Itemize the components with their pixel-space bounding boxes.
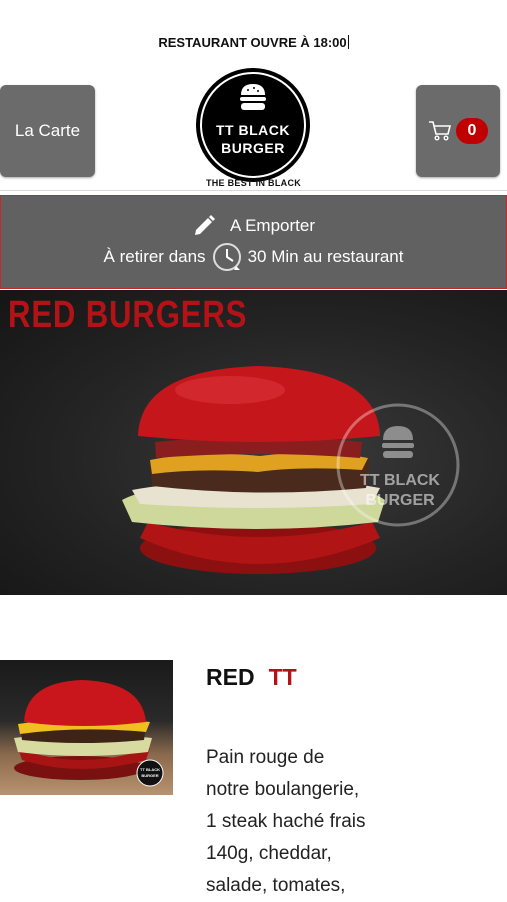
product-name-main: RED bbox=[206, 664, 255, 690]
pencil-icon bbox=[194, 215, 215, 235]
opening-notice-text: RESTAURANT OUVRE À 18:00 bbox=[158, 35, 347, 50]
product-image-logo-line2: BURGER bbox=[141, 773, 159, 778]
clock-icon bbox=[212, 243, 241, 271]
menu-button[interactable]: La Carte bbox=[0, 85, 95, 177]
watermark-line1: TT BLACK bbox=[360, 472, 440, 489]
order-mode-panel[interactable]: A Emporter À retirer dans 30 Min au rest… bbox=[0, 195, 507, 289]
watermark-line2: BURGER bbox=[365, 492, 435, 509]
category-banner[interactable]: RED BURGERS TT BLACK BURGER bbox=[0, 290, 507, 595]
menu-button-label: La Carte bbox=[14, 121, 81, 140]
description-line: Pain rouge de bbox=[206, 747, 325, 768]
opening-notice: RESTAURANT OUVRE À 18:00 bbox=[0, 35, 507, 50]
product-name-accent: TT bbox=[268, 664, 297, 690]
logo-text-line1: TT BLACK bbox=[216, 122, 290, 138]
cart-button[interactable]: 0 bbox=[416, 85, 500, 177]
brand-logo[interactable]: TT BLACK BURGER bbox=[196, 68, 310, 182]
cart-count-badge: 0 bbox=[456, 118, 488, 144]
description-line: 1 steak haché frais bbox=[206, 811, 366, 832]
brand-tagline: THE BEST IN BLACK bbox=[205, 178, 302, 188]
product-description: Pain rouge de notre boulangerie, 1 steak… bbox=[206, 742, 406, 902]
description-line: salade, tomates, bbox=[206, 875, 346, 896]
order-mode-label: A Emporter bbox=[229, 216, 316, 235]
pickup-time: 30 Min au restaurant bbox=[247, 247, 404, 266]
burger-icon bbox=[240, 84, 266, 110]
pickup-prefix: À retirer dans bbox=[103, 247, 206, 266]
description-line: 140g, cheddar, bbox=[206, 843, 332, 864]
description-line: notre boulangerie, bbox=[206, 779, 360, 800]
product-name[interactable]: RED TT bbox=[206, 664, 297, 691]
red-burger-image bbox=[122, 366, 460, 574]
header-divider bbox=[0, 190, 507, 191]
cart-icon bbox=[429, 121, 452, 141]
logo-text-line2: BURGER bbox=[221, 140, 285, 156]
text-cursor bbox=[347, 35, 349, 49]
product-image-logo-line1: TT BLACK bbox=[140, 767, 160, 772]
product-image[interactable]: TT BLACK BURGER bbox=[0, 660, 173, 795]
